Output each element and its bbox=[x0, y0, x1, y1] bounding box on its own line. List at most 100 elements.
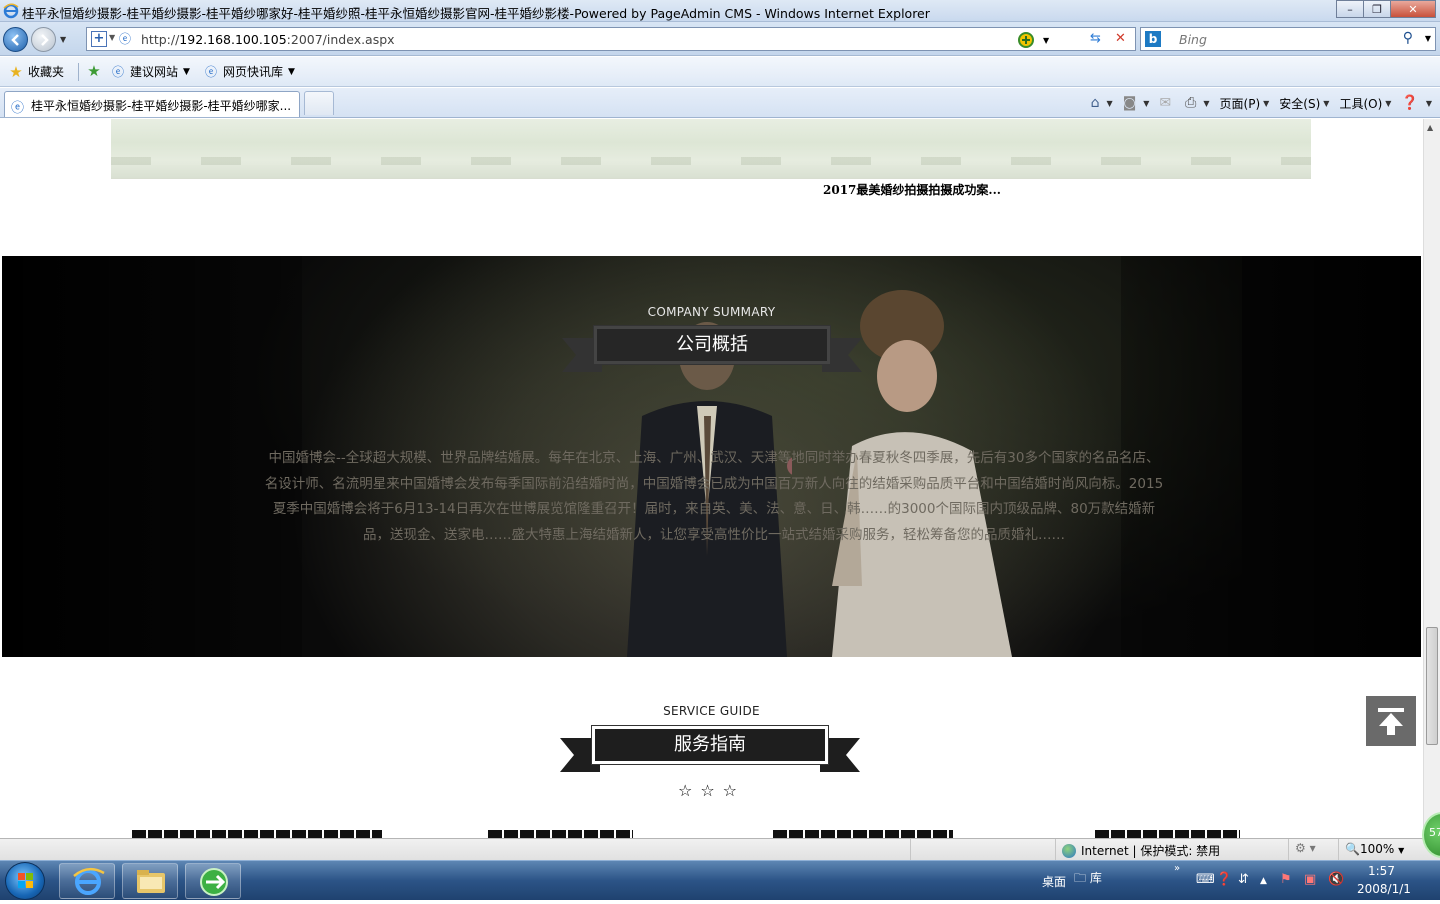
search-box[interactable]: b Bing ⚲ ▼ bbox=[1140, 27, 1436, 51]
library-toolbar[interactable]: 🗀 库 bbox=[1074, 869, 1102, 890]
chevron-up-icon[interactable]: ▲ bbox=[1260, 876, 1267, 886]
windows-taskbar: 桌面 🗀 库 » ⌨ ❓ ⇵ ▲ ⚑ ▣ 🔇 1:57 2008/1/1 bbox=[0, 860, 1440, 900]
scroll-up-icon[interactable]: ▲ bbox=[1427, 123, 1433, 132]
print-icon: ⎙ bbox=[1185, 95, 1197, 111]
recent-pages-dropdown-icon[interactable]: ▼ bbox=[60, 35, 66, 44]
favorites-button[interactable]: ★ 收藏夹 bbox=[8, 63, 64, 80]
start-button[interactable] bbox=[5, 862, 45, 900]
service-zh-title: 服务指南 bbox=[674, 734, 746, 755]
minimize-button[interactable]: – bbox=[1336, 0, 1364, 18]
clock-date[interactable]: 2008/1/1 bbox=[1357, 882, 1411, 896]
tab-bar: ⓔ 桂平永恒婚纱摄影-桂平婚纱摄影-桂平婚纱哪家... ⌂ ▼ ◙ ▼ ✉ ⎙ ▼ 页… bbox=[0, 88, 1440, 118]
safety-menu[interactable]: 安全(S) ▼ bbox=[1279, 95, 1329, 112]
service-item-title[interactable] bbox=[488, 830, 633, 838]
chevron-down-icon[interactable]: ▼ bbox=[1425, 34, 1431, 43]
compat-view-icon[interactable]: + bbox=[91, 31, 107, 47]
search-icon[interactable]: ⚲ bbox=[1403, 30, 1413, 46]
zoom-level[interactable]: 🔍100% ▼ bbox=[1345, 842, 1404, 856]
ie-page-icon: ⓔ bbox=[204, 64, 217, 79]
security-zone[interactable]: Internet | 保护模式: 禁用 bbox=[1062, 842, 1220, 859]
help-icon: ❓ bbox=[1401, 95, 1419, 111]
chevron-down-icon[interactable]: ▼ bbox=[1043, 36, 1049, 45]
scrollbar-thumb[interactable] bbox=[1426, 627, 1438, 745]
keyboard-icon[interactable]: ⌨ bbox=[1196, 872, 1215, 887]
decorative-stars: ☆☆☆ bbox=[677, 781, 746, 800]
service-en-title: SERVICE GUIDE bbox=[663, 704, 760, 718]
chevron-down-icon[interactable]: ▼ bbox=[109, 33, 115, 42]
web-slice-gallery-link[interactable]: ⓔ 网页快讯库 ▼ bbox=[203, 63, 295, 80]
case-photo[interactable] bbox=[111, 119, 1311, 179]
notification-area: 桌面 🗀 库 » ⌨ ❓ ⇵ ▲ ⚑ ▣ 🔇 1:57 2008/1/1 bbox=[1020, 861, 1440, 901]
summary-ribbon: 公司概括 bbox=[562, 325, 862, 372]
service-item-title[interactable] bbox=[132, 830, 382, 838]
back-button[interactable] bbox=[3, 27, 28, 52]
page-menu[interactable]: 页面(P) ▼ bbox=[1220, 95, 1270, 112]
tab-active[interactable]: ⓔ 桂平永恒婚纱摄影-桂平婚纱摄影-桂平婚纱哪家... bbox=[4, 91, 300, 117]
new-tab-button[interactable] bbox=[304, 91, 334, 115]
navigation-bar: ▼ + ▼ ⓔ http://192.168.100.105:2007/inde… bbox=[0, 22, 1440, 56]
favorites-bar: ★ 收藏夹 ★ ⓔ 建议网站 ▼ ⓔ 网页快讯库 ▼ bbox=[0, 57, 1440, 87]
taskbar-explorer-button[interactable] bbox=[122, 863, 178, 899]
search-placeholder: Bing bbox=[1179, 32, 1207, 47]
protected-mode-icon[interactable]: ⚙ ▾ bbox=[1295, 841, 1316, 855]
taskbar-ie-button[interactable] bbox=[59, 863, 115, 899]
taskbar-app-button[interactable] bbox=[185, 863, 241, 899]
mail-icon: ✉ bbox=[1159, 95, 1172, 111]
desktop-toolbar[interactable]: 桌面 bbox=[1042, 873, 1066, 890]
company-summary-section: COMPANY SUMMARY 公司概括 中国婚博会--全球超大规模、世界品牌结… bbox=[2, 256, 1421, 657]
clock-time[interactable]: 1:57 bbox=[1368, 864, 1395, 878]
chevron-down-icon: ▼ bbox=[288, 66, 295, 77]
folder-icon bbox=[137, 870, 165, 893]
summary-en-title: COMPANY SUMMARY bbox=[647, 305, 776, 319]
close-button[interactable]: ✕ bbox=[1390, 0, 1436, 18]
suggested-sites-link[interactable]: ⓔ 建议网站 ▼ bbox=[110, 63, 190, 80]
back-to-top-button[interactable] bbox=[1366, 696, 1416, 746]
address-dropdown-arrow-icon[interactable] bbox=[1017, 31, 1035, 53]
help-menu[interactable]: ❓ ▼ bbox=[1401, 95, 1432, 111]
service-item-title[interactable] bbox=[1095, 830, 1240, 838]
forward-arrow-icon bbox=[41, 34, 49, 46]
window-title: 桂平永恒婚纱摄影-桂平婚纱摄影-桂平婚纱哪家好-桂平婚纱照-桂平永恒婚纱摄影官网… bbox=[22, 6, 930, 21]
network-icon[interactable]: ▣ bbox=[1304, 872, 1316, 887]
home-icon: ⌂ bbox=[1090, 95, 1100, 111]
address-bar[interactable]: + ▼ ⓔ http://192.168.100.105:2007/index.… bbox=[86, 27, 1136, 51]
service-item-title[interactable] bbox=[773, 830, 953, 838]
ie-logo-icon bbox=[3, 3, 19, 19]
folder-icon: 🗀 bbox=[1074, 871, 1087, 885]
add-to-favorites-button[interactable]: ★ bbox=[86, 63, 106, 79]
globe-icon bbox=[1062, 843, 1076, 858]
ie-status-bar: Internet | 保护模式: 禁用 ⚙ ▾ 🔍100% ▼ bbox=[0, 838, 1440, 861]
forward-button[interactable] bbox=[31, 27, 56, 52]
page-viewport: 2017最美婚纱拍摄拍摄成功案... COMPANY SUMMARY 公司概括 … bbox=[0, 119, 1423, 838]
windows-logo-icon bbox=[18, 873, 33, 888]
mail-button[interactable]: ✉ bbox=[1159, 95, 1175, 111]
flag-icon[interactable]: ⚑ bbox=[1280, 872, 1292, 887]
ie-icon bbox=[73, 867, 105, 895]
stop-icon[interactable]: ✕ bbox=[1115, 31, 1126, 46]
ie-page-icon: ⓔ bbox=[111, 64, 124, 79]
summary-zh-title: 公司概括 bbox=[676, 334, 748, 355]
star-icon: ★ bbox=[9, 62, 23, 81]
home-button[interactable]: ⌂ ▼ bbox=[1091, 95, 1113, 111]
case-caption[interactable]: 2017最美婚纱拍摄拍摄成功案... bbox=[823, 181, 1001, 198]
bing-logo-icon: b bbox=[1145, 31, 1161, 47]
separator bbox=[78, 63, 79, 81]
chevron-down-icon: ▼ bbox=[183, 66, 190, 77]
volume-muted-icon[interactable]: 🔇 bbox=[1328, 872, 1344, 887]
window-title-bar[interactable]: 桂平永恒婚纱摄影-桂平婚纱摄影-桂平婚纱哪家好-桂平婚纱照-桂平永恒婚纱摄影官网… bbox=[0, 0, 1440, 22]
back-arrow-icon bbox=[11, 34, 19, 46]
tools-menu[interactable]: 工具(O) ▼ bbox=[1339, 95, 1391, 112]
command-bar: ⌂ ▼ ◙ ▼ ✉ ⎙ ▼ 页面(P) ▼ 安全(S) ▼ 工具(O) ▼ ❓ ▼ bbox=[1081, 93, 1432, 113]
app-icon bbox=[200, 868, 228, 896]
chevron-right-icon[interactable]: » bbox=[1174, 863, 1180, 874]
rss-icon: ◙ bbox=[1122, 95, 1137, 111]
help-icon[interactable]: ❓ bbox=[1216, 872, 1232, 887]
summary-text: 中国婚博会--全球超大规模、世界品牌结婚展。每年在北京、上海、广州、武汉、天津等… bbox=[264, 450, 1164, 543]
language-icon[interactable]: ⇵ bbox=[1238, 872, 1249, 887]
refresh-icon[interactable]: ⇆ bbox=[1090, 31, 1101, 46]
maximize-button[interactable]: ❐ bbox=[1363, 0, 1391, 18]
feeds-button[interactable]: ◙ ▼ bbox=[1123, 95, 1150, 111]
print-button[interactable]: ⎙ ▼ bbox=[1185, 95, 1209, 111]
url-text[interactable]: http://192.168.100.105:2007/index.aspx bbox=[141, 32, 395, 47]
vertical-scrollbar[interactable]: ▲ ▼ bbox=[1423, 119, 1440, 838]
